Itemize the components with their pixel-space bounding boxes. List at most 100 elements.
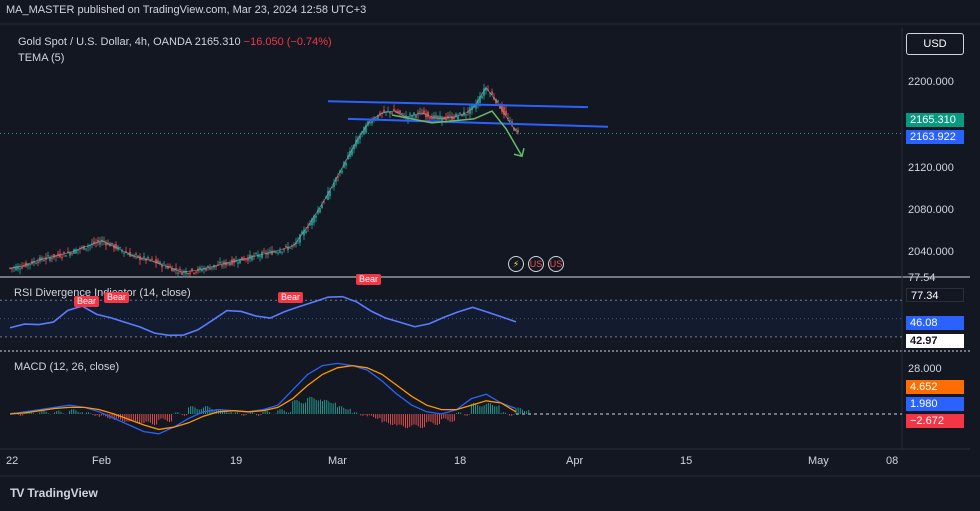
time-tick: 19 <box>230 455 243 467</box>
price-change: −16.050 (−0.74%) <box>243 36 332 48</box>
candle-body <box>289 247 291 249</box>
candle-body <box>85 248 87 250</box>
time-tick: 18 <box>454 455 467 467</box>
last-price: 2165.310 <box>194 36 241 48</box>
candle-body <box>465 114 467 116</box>
candle-body <box>279 250 281 253</box>
chart-canvas[interactable] <box>0 0 980 511</box>
candle-body <box>319 208 321 213</box>
candle-body <box>17 265 19 270</box>
candle-body <box>371 120 373 124</box>
candle-body <box>241 256 243 261</box>
candle-body <box>29 264 31 266</box>
candle-body <box>271 250 273 255</box>
candle-body <box>47 255 49 257</box>
candle-body <box>39 257 41 262</box>
candle-body <box>345 162 347 166</box>
candle-body <box>409 113 411 115</box>
macd-badge: 4.652 <box>906 380 964 394</box>
currency-button[interactable]: USD <box>906 33 964 55</box>
candle-body <box>263 251 265 253</box>
rsi-bear-signal: Bear <box>278 292 304 303</box>
candle-body <box>143 256 145 258</box>
candle-body <box>451 116 453 120</box>
candle-body <box>341 170 343 173</box>
time-tick: Feb <box>92 455 111 467</box>
publisher-line: MA_MASTER published on TradingView.com, … <box>6 4 367 16</box>
candle-body <box>237 262 239 264</box>
candle-body <box>391 112 393 114</box>
tema-badge: 2163.922 <box>906 130 964 144</box>
candle-body <box>221 265 223 267</box>
candle-body <box>177 272 179 274</box>
candle-body <box>415 115 417 118</box>
candle-body <box>63 252 65 254</box>
macd-tick: 28.000 <box>908 363 942 375</box>
candle-body <box>259 255 261 257</box>
candle-body <box>35 263 37 265</box>
time-tick: May <box>808 455 829 467</box>
time-tick: 08 <box>886 455 899 467</box>
candle-body <box>509 120 511 122</box>
candle-body <box>399 110 401 114</box>
candle-body <box>315 215 317 218</box>
rsi-band <box>0 300 902 337</box>
candle-body <box>21 266 23 269</box>
price-tick: 2040.000 <box>908 246 954 258</box>
time-tick: Mar <box>328 455 347 467</box>
candle-body <box>255 253 257 255</box>
background <box>0 0 980 511</box>
candle-body <box>269 250 271 252</box>
last-price-badge: 2165.310 <box>906 113 964 127</box>
candle-body <box>497 100 499 102</box>
rsi-badge-c: 42.97 <box>906 334 964 348</box>
tradingview-logo-icon: TV <box>10 486 24 500</box>
symbol-name: Gold Spot / U.S. Dollar, 4h, OANDA <box>18 36 192 48</box>
rsi-badge-a: 77.34 <box>906 288 964 302</box>
candle-body <box>481 96 483 98</box>
candle-body <box>211 267 213 269</box>
price-tick: 2120.000 <box>908 162 954 174</box>
candle-body <box>179 269 181 271</box>
us-flag-icon[interactable]: US <box>548 256 564 272</box>
candle-body <box>305 231 307 234</box>
candle-body <box>123 252 125 254</box>
candle-body <box>419 111 421 113</box>
candle-body <box>61 256 63 258</box>
candle-body <box>37 261 39 263</box>
symbol-legend: Gold Spot / U.S. Dollar, 4h, OANDA 2165.… <box>18 36 332 48</box>
time-tick: 22 <box>6 455 19 467</box>
candle-body <box>401 113 403 115</box>
rsi-legend: RSI Divergence Indicator (14, close) <box>14 287 191 299</box>
candle-body <box>277 252 279 254</box>
candle-body <box>219 261 221 264</box>
lightning-icon[interactable]: ⚡ <box>508 256 524 272</box>
rsi-bear-signal: Bear <box>104 292 130 303</box>
rsi-bear-signal: Bear <box>356 274 382 285</box>
candle-body <box>275 251 277 253</box>
candle-body <box>429 116 431 119</box>
tema-legend: TEMA (5) <box>18 52 65 64</box>
candle-body <box>517 129 519 133</box>
candle-body <box>193 272 195 274</box>
candle-body <box>505 111 507 116</box>
tradingview-brand: TV TradingView <box>10 486 98 500</box>
candle-body <box>209 267 211 270</box>
candle-body <box>205 268 207 271</box>
rsi-top-value: 77.54 <box>908 272 936 284</box>
macd-legend: MACD (12, 26, close) <box>14 361 120 373</box>
candle-body <box>245 258 247 260</box>
us-flag-icon[interactable]: US <box>528 256 544 272</box>
candle-body <box>189 272 191 274</box>
candle-body <box>427 111 429 118</box>
candle-body <box>283 249 285 251</box>
time-tick: 15 <box>680 455 693 467</box>
candle-body <box>99 241 101 245</box>
candle-body <box>285 245 287 247</box>
candle-body <box>147 257 149 259</box>
tradingview-name: TradingView <box>27 486 98 500</box>
rsi-badge-b: 46.08 <box>906 316 964 330</box>
candle-body <box>151 258 153 260</box>
candle-body <box>195 271 197 273</box>
candle-body <box>441 116 443 122</box>
